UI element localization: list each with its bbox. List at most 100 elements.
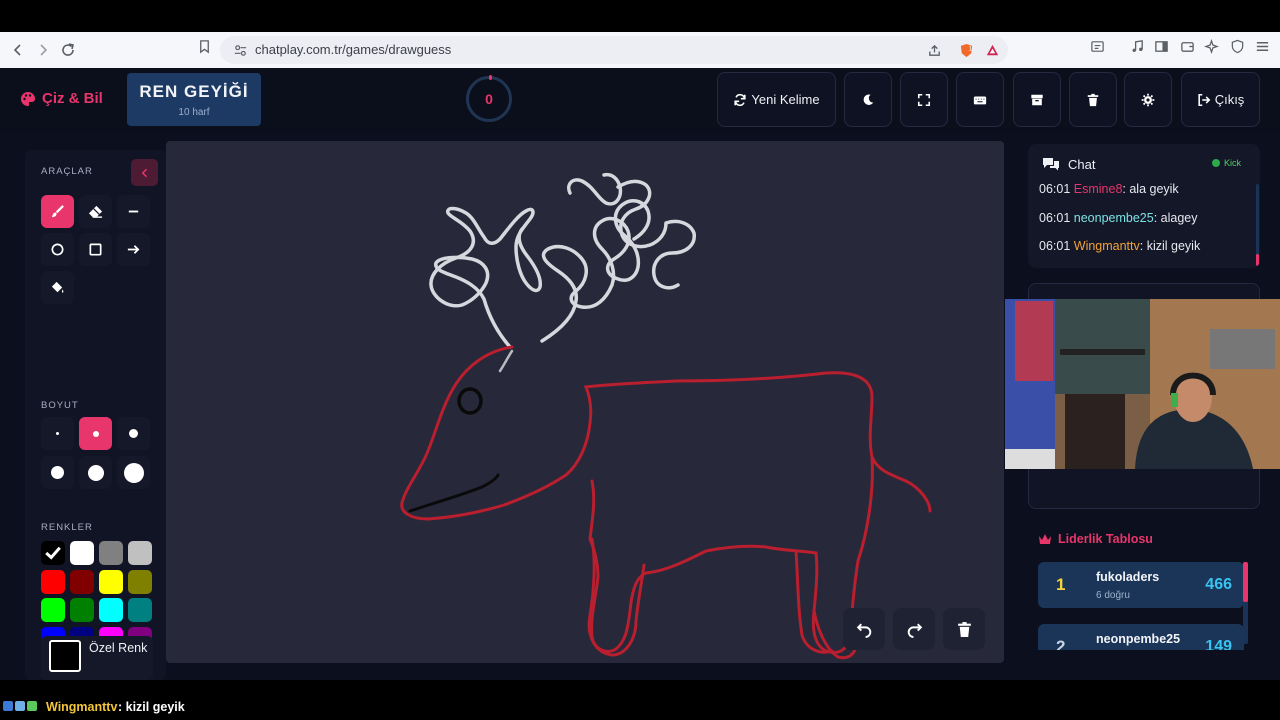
logout-button[interactable]: Çıkış <box>1181 72 1260 127</box>
webcam-poster <box>1015 301 1053 381</box>
leaderboard-row[interactable]: 1 fukoladers 6 doğru 466 <box>1038 562 1244 608</box>
line-icon <box>128 210 139 213</box>
sidebar-icon[interactable] <box>1153 38 1169 54</box>
size-dot <box>92 430 99 437</box>
color-swatch[interactable] <box>128 598 152 622</box>
brave-rewards-icon[interactable] <box>984 42 1000 58</box>
chat-message: 06:01 neonpembe25: alagey <box>1039 211 1197 225</box>
color-swatch[interactable] <box>99 541 123 565</box>
size-option-1[interactable] <box>41 417 74 450</box>
chat-message: 06:01 Esmine8: ala geyik <box>1039 182 1179 196</box>
chat-panel: Chat Kick 06:01 Esmine8: ala geyik 06:01… <box>1028 144 1260 268</box>
rectangle-tool-button[interactable] <box>79 233 112 266</box>
refresh-icon <box>734 93 747 106</box>
color-swatch[interactable] <box>70 598 94 622</box>
size-option-4[interactable] <box>41 456 74 489</box>
leaderboard-scroll-thumb[interactable] <box>1243 562 1248 602</box>
vpn-icon[interactable] <box>1229 38 1245 54</box>
brush-tool-button[interactable] <box>41 195 74 228</box>
chat-user[interactable]: Wingmanttv <box>1074 239 1140 253</box>
keyboard-button[interactable] <box>956 72 1004 127</box>
wallet-icon[interactable] <box>1179 38 1195 54</box>
url-text[interactable]: chatplay.com.tr/games/drawguess <box>255 42 451 57</box>
keyboard-icon <box>973 96 987 104</box>
reload-icon[interactable] <box>56 38 80 62</box>
size-option-6[interactable] <box>117 456 150 489</box>
drawing-canvas[interactable] <box>166 141 1004 663</box>
bookmark-icon[interactable] <box>196 38 212 54</box>
ticker-username: Wingmanttv <box>46 700 118 714</box>
archive-button[interactable] <box>1013 72 1061 127</box>
logo[interactable]: Çiz & Bil <box>20 90 103 107</box>
webcam-photos <box>1210 329 1275 369</box>
music-icon[interactable] <box>1129 38 1145 54</box>
color-swatch[interactable] <box>41 569 65 594</box>
leaderboard-name: fukoladers <box>1096 570 1160 584</box>
leaderboard-correct-count: 6 doğru <box>1096 590 1130 601</box>
chat-text: : ala geyik <box>1122 182 1179 196</box>
arrow-right-icon <box>127 245 140 254</box>
leaderboard-row[interactable]: 2 neonpembe25 149 <box>1038 624 1244 650</box>
line-tool-button[interactable] <box>117 195 150 228</box>
brave-shield-icon[interactable]: 1 <box>958 42 974 58</box>
chat-user[interactable]: neonpembe25 <box>1074 211 1154 225</box>
clear-canvas-button[interactable] <box>943 608 985 650</box>
address-bar[interactable]: chatplay.com.tr/games/drawguess 1 <box>220 36 1008 64</box>
word-card: REN GEYİĞİ 10 harf <box>127 73 261 126</box>
stream-chat-ticker: Wingmanttv : kizil geyik <box>0 680 1280 720</box>
share-icon[interactable] <box>926 42 942 58</box>
chat-user[interactable]: Esmine8 <box>1074 182 1123 196</box>
trash-icon <box>1087 93 1099 106</box>
chat-scrollbar[interactable] <box>1256 184 1259 266</box>
webcam-headset-led <box>1171 393 1178 407</box>
redo-button[interactable] <box>893 608 935 650</box>
leaderboard-scrollbar[interactable] <box>1243 562 1248 644</box>
reader-mode-icon[interactable] <box>1089 38 1105 54</box>
site-settings-icon[interactable] <box>232 42 248 58</box>
custom-color-button[interactable]: Özel Renk <box>41 636 153 680</box>
color-swatch[interactable] <box>70 569 94 594</box>
size-dot <box>51 466 64 479</box>
top-black-strip <box>0 0 1280 32</box>
drawguess-app: Çiz & Bil REN GEYİĞİ 10 harf 0 Yeni Keli… <box>0 68 1280 680</box>
color-swatch[interactable] <box>70 541 94 565</box>
size-option-3[interactable] <box>117 417 150 450</box>
kick-status: Kick <box>1212 158 1241 168</box>
settings-button[interactable] <box>1124 72 1172 127</box>
chat-scroll-thumb[interactable] <box>1256 254 1259 266</box>
color-swatch[interactable] <box>41 541 65 565</box>
leaderboard-score: 466 <box>1205 576 1232 593</box>
circle-tool-button[interactable] <box>41 233 74 266</box>
forward-icon[interactable] <box>31 38 55 62</box>
color-swatch[interactable] <box>128 569 152 594</box>
redo-icon <box>907 623 922 638</box>
logout-icon <box>1198 93 1211 106</box>
timer-value: 0 <box>485 91 493 107</box>
theme-toggle-button[interactable] <box>844 72 892 127</box>
color-swatch[interactable] <box>99 598 123 622</box>
webcam-desk <box>1005 449 1055 469</box>
back-icon[interactable] <box>6 38 30 62</box>
fill-tool-button[interactable] <box>41 271 74 304</box>
new-word-button[interactable]: Yeni Kelime <box>717 72 836 127</box>
size-option-5[interactable] <box>79 456 112 489</box>
reindeer-mouth-stroke <box>408 473 500 513</box>
badge-icon <box>15 701 25 711</box>
antler-right-stroke <box>540 199 651 343</box>
color-swatch[interactable] <box>41 598 65 622</box>
fullscreen-button[interactable] <box>900 72 948 127</box>
leaderboard-score: 149 <box>1205 638 1232 650</box>
leaderboard-panel: Liderlik Tablosu 1 fukoladers 6 doğru 46… <box>1028 520 1260 650</box>
undo-button[interactable] <box>843 608 885 650</box>
color-swatch[interactable] <box>128 541 152 565</box>
size-dot <box>87 464 104 481</box>
color-swatch[interactable] <box>99 569 123 594</box>
chat-title: Chat <box>1068 157 1096 172</box>
size-option-2[interactable] <box>79 417 112 450</box>
collapse-panel-button[interactable] <box>131 159 158 186</box>
menu-icon[interactable] <box>1254 38 1270 54</box>
clear-all-button[interactable] <box>1069 72 1117 127</box>
eraser-tool-button[interactable] <box>79 195 112 228</box>
leo-ai-icon[interactable] <box>1203 38 1219 54</box>
arrow-tool-button[interactable] <box>117 233 150 266</box>
